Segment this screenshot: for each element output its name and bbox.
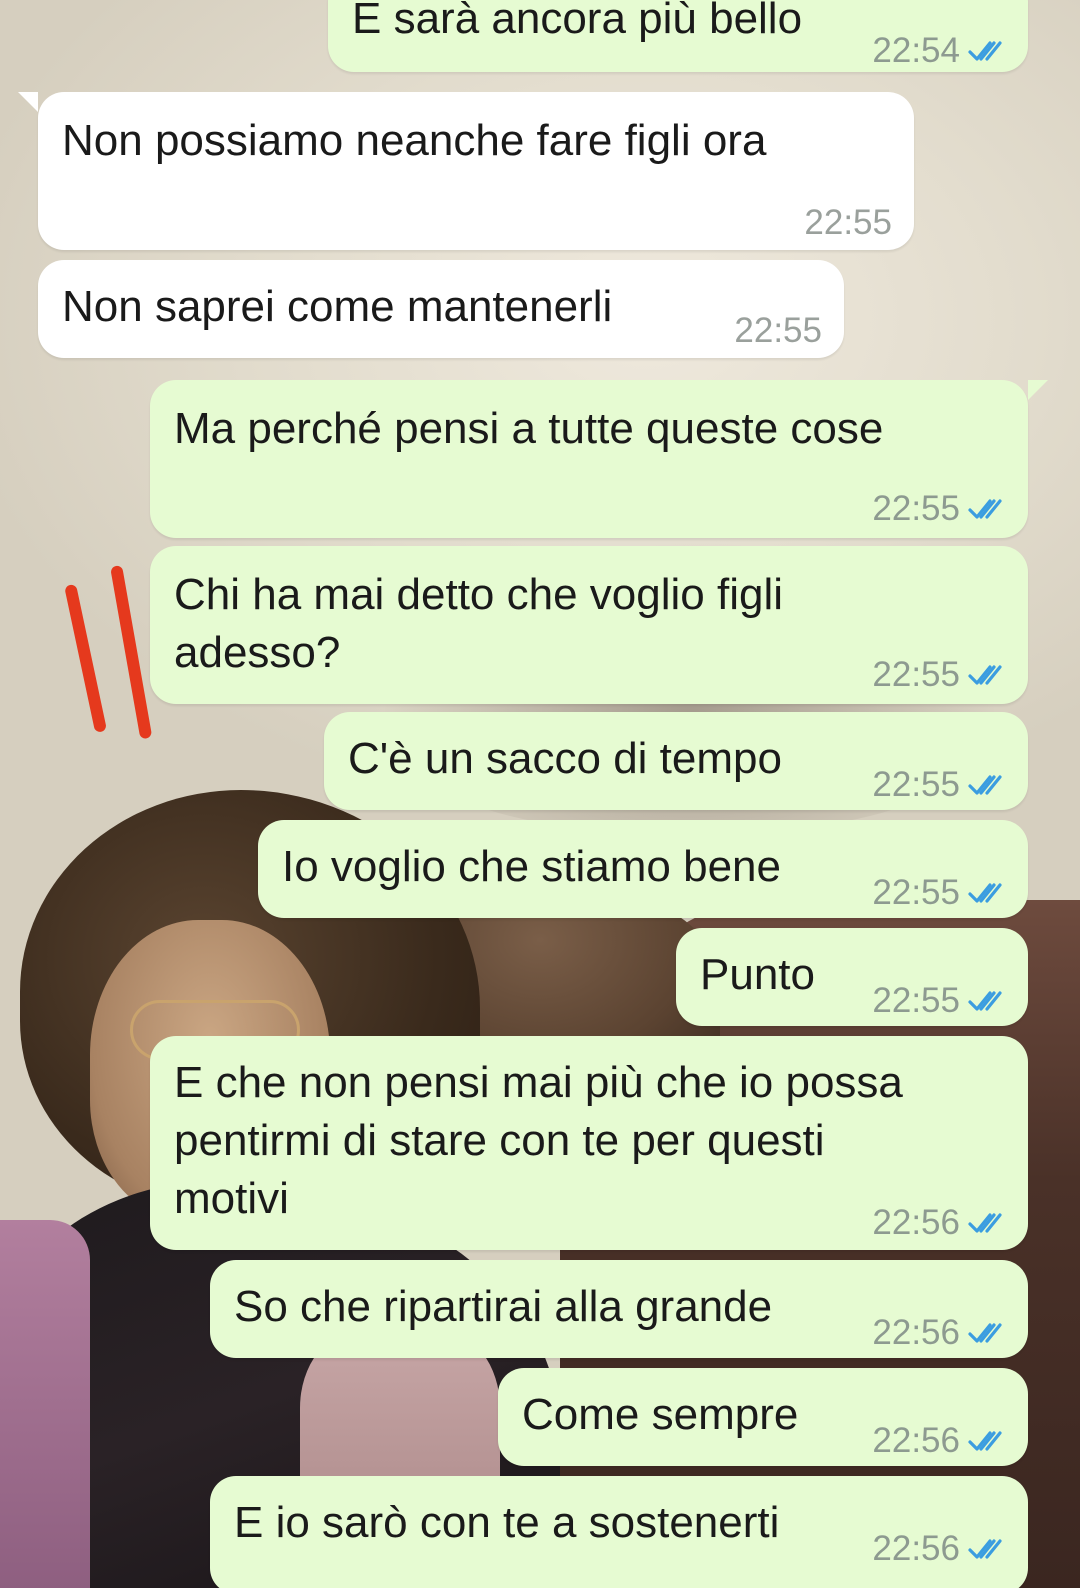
message-bubble-outgoing[interactable]: Come sempre 22:56 [498,1368,1028,1466]
message-time: 22:55 [872,765,960,804]
message-text: E io sarò con te a sostenerti [234,1498,780,1547]
message-time: 22:55 [872,655,960,694]
message-text: Ma perché pensi a tutte queste cose [174,404,884,453]
message-bubble-outgoing[interactable]: C'è un sacco di tempo 22:55 [324,712,1028,810]
message-meta: 22:56 [872,1304,1006,1362]
message-meta: 22:56 [872,1194,1006,1252]
message-text: C'è un sacco di tempo [348,734,782,783]
double-check-read-icon [968,1431,1002,1451]
message-meta: 22:55 [872,480,1006,538]
double-check-read-icon [968,1539,1002,1559]
message-text: E sarà ancora più bello [352,0,803,43]
double-check-read-icon [968,883,1002,903]
message-meta: 22:55 [734,302,822,360]
message-time: 22:55 [804,203,892,242]
message-text: Come sempre [522,1390,799,1439]
message-text: So che ripartirai alla grande [234,1282,773,1331]
message-meta: 22:55 [872,756,1006,814]
message-meta: 22:56 [872,1412,1006,1470]
message-text: Non saprei come mantenerli [62,282,613,331]
message-bubble-outgoing[interactable]: Ma perché pensi a tutte queste cose 22:5… [150,380,1048,538]
message-time: 22:56 [872,1313,960,1352]
message-bubble-outgoing[interactable]: Io voglio che stiamo bene 22:55 [258,820,1028,918]
message-bubble-outgoing[interactable]: E sarà ancora più bello 22:54 [328,0,1028,72]
double-check-read-icon [968,1323,1002,1343]
message-text: Punto [700,950,815,999]
message-bubble-outgoing[interactable]: Chi ha mai detto che voglio figli adesso… [150,546,1028,704]
double-check-read-icon [968,499,1002,519]
double-check-read-icon [968,665,1002,685]
double-check-read-icon [968,991,1002,1011]
message-bubble-outgoing[interactable]: E che non pensi mai più che io possa pen… [150,1036,1028,1250]
message-bubble-outgoing[interactable]: E io sarò con te a sostenerti 22:56 [210,1476,1028,1588]
message-bubble-outgoing[interactable]: So che ripartirai alla grande 22:56 [210,1260,1028,1358]
message-time: 22:55 [734,311,822,350]
message-bubble-incoming[interactable]: Non possiamo neanche fare figli ora 22:5… [18,92,914,252]
message-meta: 22:55 [804,194,892,252]
double-check-read-icon [968,775,1002,795]
message-text: Non possiamo neanche fare figli ora [62,116,767,165]
message-time: 22:54 [872,31,960,70]
message-meta: 22:55 [872,972,1006,1030]
message-time: 22:55 [872,489,960,528]
message-bubble-incoming[interactable]: Non saprei come mantenerli 22:55 [38,260,844,358]
message-meta: 22:54 [872,22,1006,80]
message-text: Io voglio che stiamo bene [282,842,781,891]
message-time: 22:55 [872,873,960,912]
message-time: 22:55 [872,981,960,1020]
double-check-read-icon [968,1213,1002,1233]
message-text: Chi ha mai detto che voglio figli adesso… [174,570,783,677]
message-meta: 22:55 [872,646,1006,704]
message-bubble-outgoing[interactable]: Punto 22:55 [676,928,1028,1026]
double-check-read-icon [968,41,1002,61]
message-list[interactable]: E sarà ancora più bello 22:54 Non possia… [0,0,1080,1588]
message-time: 22:56 [872,1421,960,1460]
message-meta: 22:56 [872,1520,1006,1578]
message-text: E che non pensi mai più che io possa pen… [174,1058,903,1223]
message-time: 22:56 [872,1203,960,1242]
message-time: 22:56 [872,1529,960,1568]
message-meta: 22:55 [872,864,1006,922]
